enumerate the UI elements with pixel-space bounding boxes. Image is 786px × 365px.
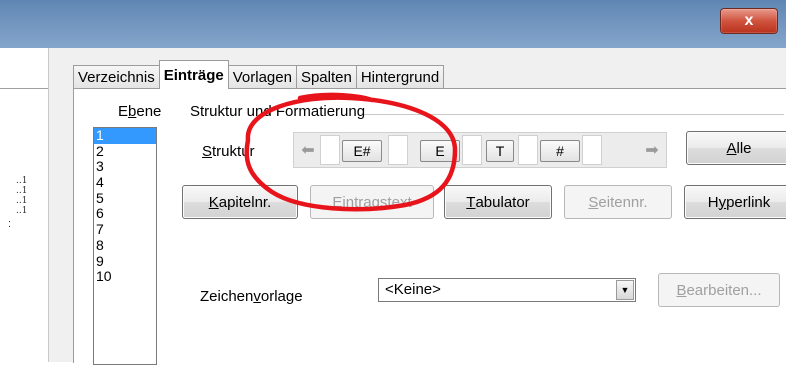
tab-label: Hintergrund [360,68,440,86]
tab-label: Spalten [300,68,352,86]
tab-vorlagen[interactable]: Vorlagen [227,65,297,88]
tab-label: Vorlagen [232,68,292,86]
level-item-8[interactable]: 8 [94,237,156,254]
level-item-1[interactable]: 1 [94,128,156,144]
entry-text-button[interactable]: Eintragstext [310,185,434,219]
token-gap[interactable] [388,135,408,165]
close-button[interactable]: x [720,8,778,34]
tab-label: Einträge [163,66,224,84]
structure-group-title: Struktur und Formatierung [190,103,366,120]
tab-stop-button[interactable]: Tabulator [444,185,552,219]
page-number-button[interactable]: Seitennr. [564,185,672,219]
structure-label: Struktur [202,143,255,160]
index-preview-colon: : [8,218,12,230]
token-gap[interactable] [582,135,602,165]
tab-bar: Verzeichnis Einträge Vorlagen Spalten Hi… [73,60,445,89]
level-item-3[interactable]: 3 [94,159,156,175]
index-preview-dots: ..1 ..1 ..1 ..1 [16,176,28,216]
all-button[interactable]: Alle [686,131,786,165]
level-item-5[interactable]: 5 [94,190,156,207]
dropdown-arrow-icon[interactable]: ▼ [616,280,634,300]
window-titlebar: x [0,0,786,48]
level-item-9[interactable]: 9 [94,253,156,270]
token-tab[interactable]: T [486,140,514,162]
index-entries-dialog: Verzeichnis Einträge Vorlagen Spalten Hi… [48,48,786,365]
level-item-10[interactable]: 10 [94,268,156,285]
hyperlink-button[interactable]: Hy perlink [684,185,786,219]
level-item-4[interactable]: 4 [94,174,156,191]
document-background: ..1 ..1 ..1 ..1 : [0,48,48,362]
tab-label: Verzeichnis [78,68,155,86]
chapter-number-button[interactable]: Kapitelnr. [182,185,298,219]
level-item-7[interactable]: 7 [94,221,156,238]
close-icon: x [744,12,754,29]
ruler-line [0,88,48,89]
scroll-left-arrow-icon[interactable]: ⬅ [298,141,318,159]
token-gap[interactable] [320,135,340,165]
group-divider [364,114,784,115]
edit-style-button[interactable]: Bearbeiten... [658,273,780,307]
tab-eintraege[interactable]: Einträge [158,60,229,89]
tab-spalten[interactable]: Spalten [295,65,357,88]
token-gap[interactable] [462,135,482,165]
level-list[interactable]: 1 2 3 4 5 6 7 8 9 10 [93,127,157,365]
token-chapter-number[interactable]: E# [342,140,382,162]
scroll-right-arrow-icon[interactable]: ➡ [642,141,662,159]
tab-panel-eintraege: Ebene 1 2 3 4 5 6 7 8 9 10 Struktur und … [73,88,786,365]
character-style-select[interactable]: <Keine> ▼ [378,278,636,302]
level-label: Ebene [118,103,162,120]
level-item-2[interactable]: 2 [94,143,156,160]
token-page-number[interactable]: # [540,140,580,162]
character-style-label: Zeichenvorlage [200,288,303,305]
structure-token-bar: ⬅ E# E T # ➡ [293,132,667,168]
character-style-value: <Keine> [385,281,441,298]
level-item-6[interactable]: 6 [94,206,156,222]
token-entry-text[interactable]: E [420,140,460,162]
tab-verzeichnis[interactable]: Verzeichnis [73,65,160,88]
tab-hintergrund[interactable]: Hintergrund [355,65,445,88]
token-gap[interactable] [518,135,538,165]
